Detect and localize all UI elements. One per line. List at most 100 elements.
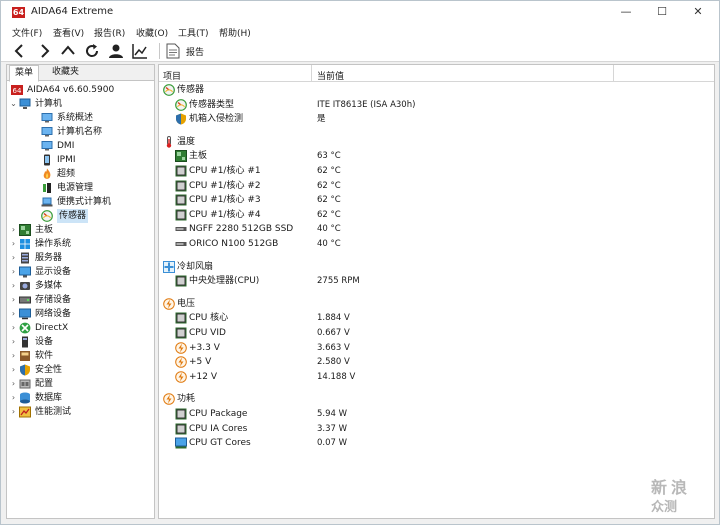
tree-item[interactable]: 便携式计算机 xyxy=(7,195,154,209)
tree-item[interactable]: 系统概述 xyxy=(7,111,154,125)
tree-item[interactable]: › 软件 xyxy=(7,349,154,363)
sensor-row[interactable]: CPU GT Cores 0.07 W xyxy=(159,436,714,450)
sensor-row[interactable]: CPU IA Cores 3.37 W xyxy=(159,422,714,436)
tree-item[interactable]: › 主板 xyxy=(7,223,154,237)
column-divider[interactable] xyxy=(311,65,312,82)
expand-chevron-icon[interactable]: › xyxy=(9,335,18,349)
expand-chevron-icon[interactable]: › xyxy=(9,391,18,405)
chart-icon[interactable] xyxy=(131,42,149,60)
tree-item[interactable]: 电源管理 xyxy=(7,181,154,195)
sensor-group-header[interactable]: 冷却风扇 xyxy=(159,260,714,274)
sensor-label: CPU #1/核心 #2 xyxy=(189,180,261,191)
column-divider[interactable] xyxy=(613,65,614,82)
menu-favorites[interactable]: 收藏(O) xyxy=(136,26,168,39)
expand-chevron-icon[interactable]: › xyxy=(9,293,18,307)
tree-item[interactable]: 64 AIDA64 v6.60.5900 xyxy=(7,83,154,97)
sensor-row[interactable]: 机箱入侵检测 是 xyxy=(159,112,714,126)
tree-item[interactable]: › 存储设备 xyxy=(7,293,154,307)
tree-item[interactable]: › 性能测试 xyxy=(7,405,154,419)
sensor-row[interactable]: CPU VID 0.667 V xyxy=(159,326,714,340)
tree-item-label: 超频 xyxy=(57,169,76,179)
sensor-row[interactable]: CPU #1/核心 #4 62 °C xyxy=(159,208,714,222)
sensor-value: 2.580 V xyxy=(317,357,350,368)
thermometer-icon xyxy=(163,135,175,148)
expand-chevron-icon[interactable]: › xyxy=(9,279,18,293)
menu-tools[interactable]: 工具(T) xyxy=(178,26,209,39)
tab-menu[interactable]: 菜单 xyxy=(9,65,40,82)
sensor-value: 3.37 W xyxy=(317,423,348,434)
sensor-row[interactable]: ORICO N100 512GB 40 °C xyxy=(159,237,714,251)
tree-item[interactable]: › 多媒体 xyxy=(7,279,154,293)
chip-icon xyxy=(175,165,187,177)
sensor-value: 62 °C xyxy=(317,209,341,220)
sensor-row[interactable]: +3.3 V 3.663 V xyxy=(159,341,714,355)
board-icon xyxy=(19,224,31,236)
expand-chevron-icon[interactable]: › xyxy=(9,251,18,265)
user-icon[interactable] xyxy=(107,42,125,60)
expand-chevron-icon[interactable]: › xyxy=(9,321,18,335)
tab-favorites[interactable]: 收藏夹 xyxy=(47,65,84,81)
sensor-row[interactable]: CPU Package 5.94 W xyxy=(159,407,714,421)
tree-item[interactable]: IPMI xyxy=(7,153,154,167)
expand-chevron-icon[interactable]: › xyxy=(9,349,18,363)
tree-item[interactable]: › 服务器 xyxy=(7,251,154,265)
minimize-button[interactable]: — xyxy=(608,3,644,21)
expand-chevron-icon[interactable]: › xyxy=(9,265,18,279)
sensor-row[interactable]: +5 V 2.580 V xyxy=(159,355,714,369)
sensor-row[interactable]: CPU 核心 1.884 V xyxy=(159,311,714,325)
forward-icon[interactable] xyxy=(35,42,53,60)
sensor-group-header[interactable]: 温度 xyxy=(159,135,714,149)
expand-chevron-icon[interactable]: › xyxy=(9,237,18,251)
menu-view[interactable]: 查看(V) xyxy=(53,26,84,39)
sensor-group-header[interactable]: 传感器 xyxy=(159,83,714,97)
tree-item-label: 数据库 xyxy=(35,393,63,403)
column-header: 项目 当前值 xyxy=(159,65,714,82)
tree-item-label: DirectX xyxy=(35,323,69,333)
up-icon[interactable] xyxy=(59,42,77,60)
close-button[interactable]: ✕ xyxy=(680,3,716,21)
tree-item[interactable]: › 设备 xyxy=(7,335,154,349)
expand-chevron-icon[interactable]: › xyxy=(9,405,18,419)
sensor-label: +5 V xyxy=(189,357,212,368)
tree-item[interactable]: › 操作系统 xyxy=(7,237,154,251)
voltage-icon xyxy=(163,297,175,310)
menu-help[interactable]: 帮助(H) xyxy=(219,26,251,39)
sensor-row[interactable]: CPU #1/核心 #1 62 °C xyxy=(159,164,714,178)
expand-chevron-icon[interactable]: › xyxy=(9,307,18,321)
sensor-row[interactable]: CPU #1/核心 #3 62 °C xyxy=(159,193,714,207)
device-icon xyxy=(19,336,31,348)
sensor-row[interactable]: +12 V 14.188 V xyxy=(159,370,714,384)
tree-item[interactable]: 计算机名称 xyxy=(7,125,154,139)
tree-item[interactable]: 超频 xyxy=(7,167,154,181)
maximize-button[interactable]: ☐ xyxy=(644,3,680,21)
tree-item[interactable]: › 安全性 xyxy=(7,363,154,377)
tree-item[interactable]: › DirectX xyxy=(7,321,154,335)
tree-item[interactable]: › 网络设备 xyxy=(7,307,154,321)
expand-chevron-icon[interactable]: › xyxy=(9,363,18,377)
tree-item[interactable]: › 数据库 xyxy=(7,391,154,405)
collapse-chevron-icon[interactable]: ⌄ xyxy=(9,97,18,111)
sensor-row[interactable]: 中央处理器(CPU) 2755 RPM xyxy=(159,274,714,288)
sensor-row[interactable]: 主板 63 °C xyxy=(159,149,714,163)
expand-chevron-icon[interactable]: › xyxy=(9,223,18,237)
chip-icon xyxy=(175,194,187,206)
tree-item[interactable]: › 显示设备 xyxy=(7,265,154,279)
sensor-group-header[interactable]: 功耗 xyxy=(159,392,714,406)
chip-icon xyxy=(175,408,187,420)
sensor-group-header[interactable]: 电压 xyxy=(159,297,714,311)
column-value-header[interactable]: 当前值 xyxy=(317,69,344,82)
sensor-row[interactable]: 传感器类型 ITE IT8613E (ISA A30h) xyxy=(159,98,714,112)
tree-item[interactable]: › 配置 xyxy=(7,377,154,391)
tree-item[interactable]: DMI xyxy=(7,139,154,153)
tree-item[interactable]: 传感器 xyxy=(7,209,154,223)
tree-item[interactable]: ⌄ 计算机 xyxy=(7,97,154,111)
back-icon[interactable] xyxy=(11,42,29,60)
menu-report[interactable]: 报告(R) xyxy=(94,26,125,39)
tree-item-label: 服务器 xyxy=(35,253,63,263)
sensor-row[interactable]: CPU #1/核心 #2 62 °C xyxy=(159,179,714,193)
menu-file[interactable]: 文件(F) xyxy=(12,26,42,39)
sensor-row[interactable]: NGFF 2280 512GB SSD 40 °C xyxy=(159,222,714,236)
expand-chevron-icon[interactable]: › xyxy=(9,377,18,391)
column-item-header[interactable]: 项目 xyxy=(163,69,181,82)
refresh-icon[interactable] xyxy=(83,42,101,60)
